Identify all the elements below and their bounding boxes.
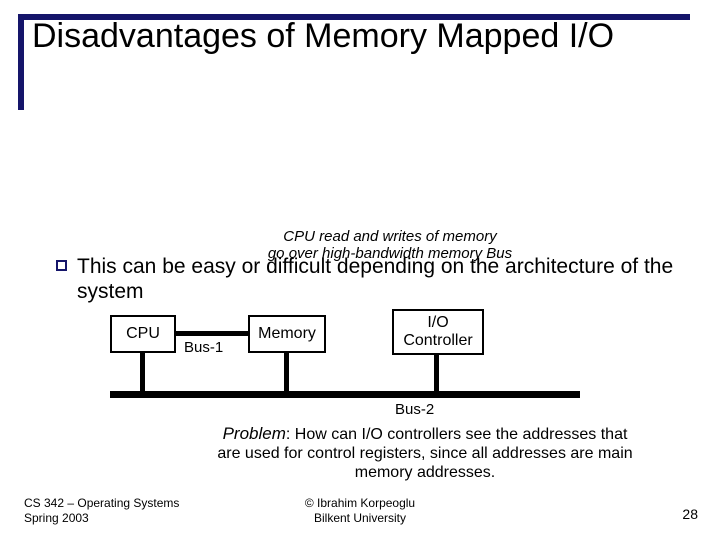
problem-text: Problem: How can I/O controllers see the…: [210, 424, 640, 482]
memory-box: Memory: [248, 315, 326, 353]
bullet-item: This can be easy or difficult depending …: [56, 254, 676, 304]
bus1-label: Bus-1: [184, 339, 223, 356]
bus2-connector: [110, 391, 580, 398]
square-bullet-icon: [56, 260, 67, 271]
slide: Disadvantages of Memory Mapped I/O CPU r…: [0, 0, 720, 540]
cpu-stub: [140, 353, 145, 391]
footer-center-line1: © Ibrahim Korpeoglu: [305, 496, 415, 510]
footer-center: © Ibrahim Korpeoglu Bilkent University: [0, 496, 720, 526]
slide-title: Disadvantages of Memory Mapped I/O: [32, 16, 672, 56]
cpu-box: CPU: [110, 315, 176, 353]
page-number: 28: [682, 506, 698, 522]
io-stub: [434, 355, 439, 391]
bus-diagram: CPU Memory I/O Controller Bus-1 Bus-2: [110, 315, 590, 435]
bus1-connector: [176, 331, 248, 336]
footer-center-line2: Bilkent University: [314, 511, 406, 525]
bus2-label: Bus-2: [395, 401, 434, 418]
memory-stub: [284, 353, 289, 391]
problem-lead: Problem: [223, 424, 286, 443]
bullet-text: This can be easy or difficult depending …: [77, 254, 676, 304]
io-controller-box: I/O Controller: [392, 309, 484, 355]
bus-caption-line1: CPU read and writes of memory: [283, 228, 496, 245]
